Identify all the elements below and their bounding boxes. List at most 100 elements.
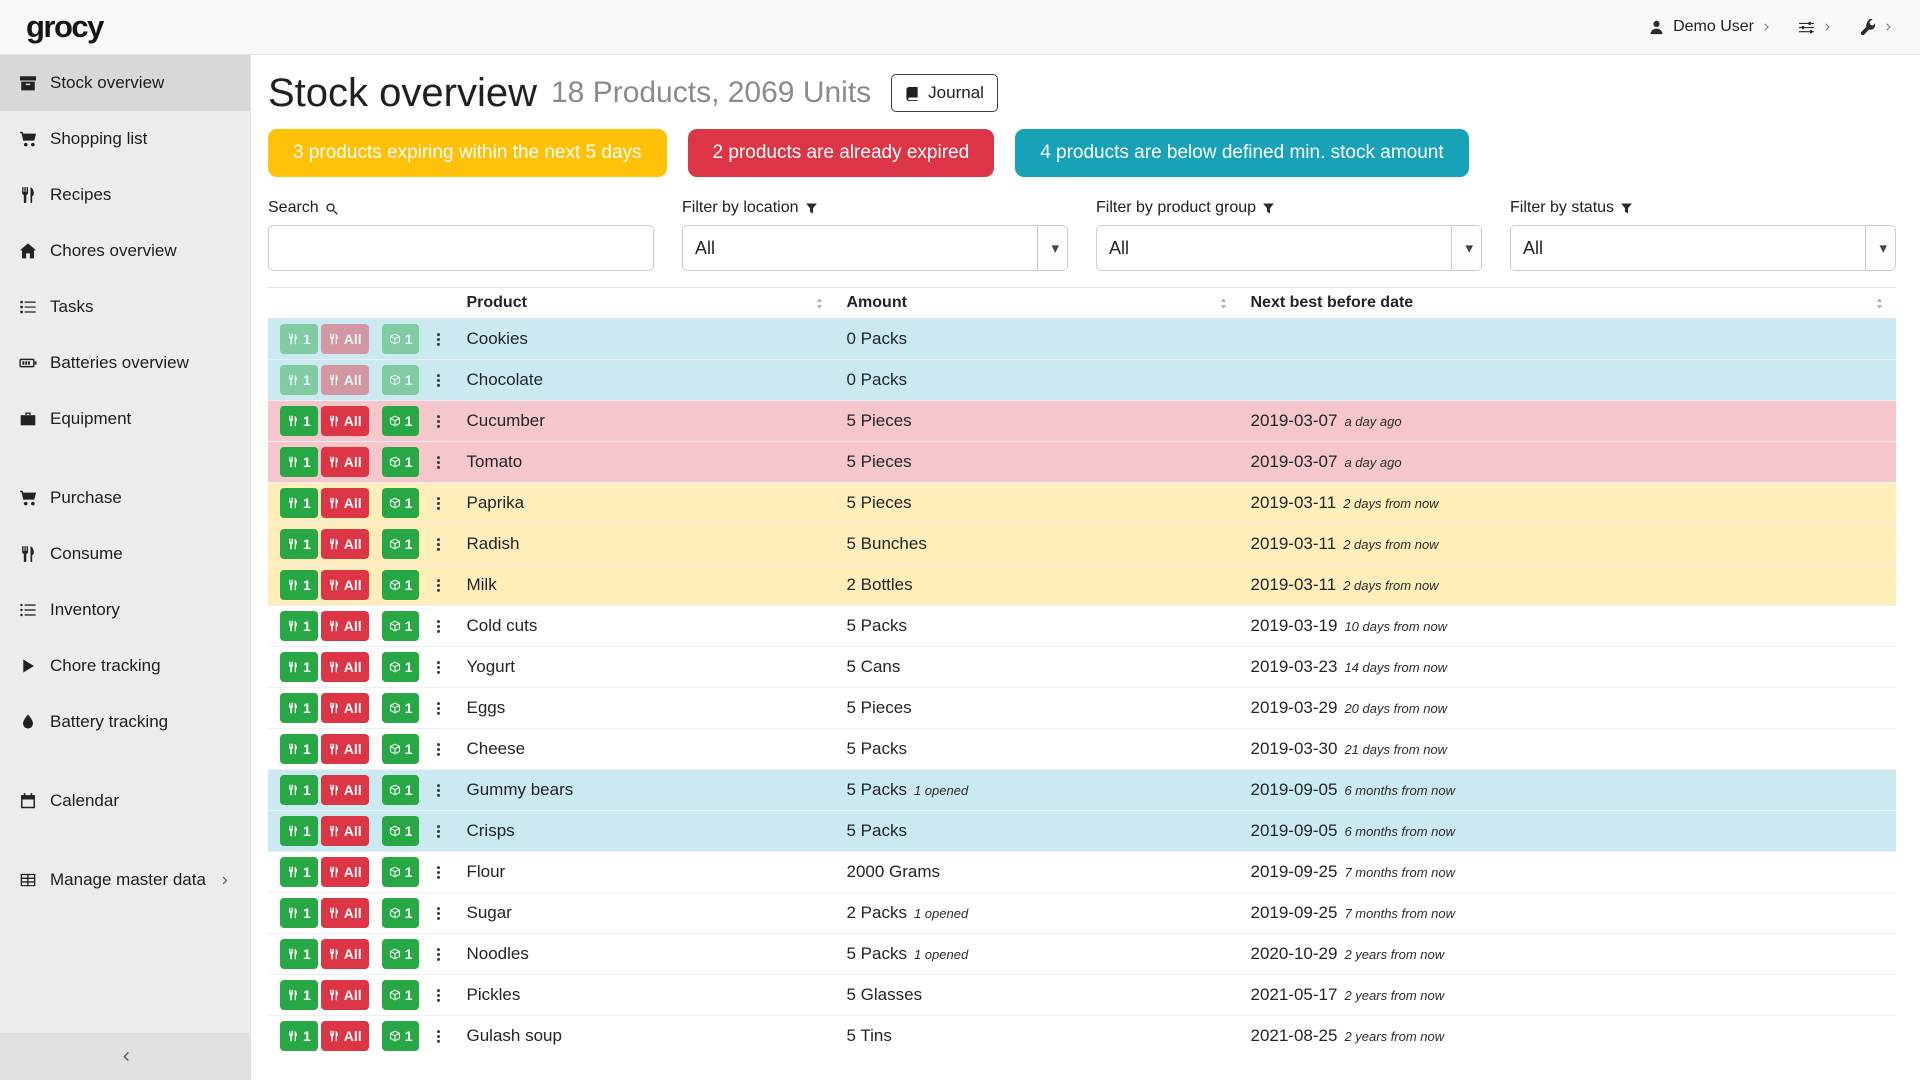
open-one-button[interactable]: 1 [382,898,420,928]
consume-one-button[interactable]: 1 [280,570,318,600]
sidebar-item-battery-tracking[interactable]: Battery tracking [0,694,250,750]
sidebar-item-shopping-list[interactable]: Shopping list [0,111,250,167]
consume-one-button[interactable]: 1 [280,488,318,518]
open-one-button[interactable]: 1 [382,447,420,477]
open-one-button[interactable]: 1 [382,652,420,682]
status-filter-select[interactable]: All [1510,225,1896,271]
row-menu-button[interactable] [431,537,446,552]
sidebar-item-recipes[interactable]: Recipes [0,167,250,223]
consume-one-button[interactable]: 1 [280,734,318,764]
best-before-column-header[interactable]: Next best before date [1240,288,1896,319]
consume-one-button[interactable]: 1 [280,611,318,641]
sidebar-item-chores-overview[interactable]: Chores overview [0,223,250,279]
below-min-stock-alert[interactable]: 4 products are below defined min. stock … [1015,129,1468,177]
consume-one-button[interactable]: 1 [280,816,318,846]
droplet-icon [19,713,37,731]
open-one-button[interactable]: 1 [382,775,420,805]
row-menu-button[interactable] [431,332,446,347]
consume-all-button[interactable]: All [321,816,369,846]
consume-one-button[interactable]: 1 [280,857,318,887]
open-one-button[interactable]: 1 [382,570,420,600]
row-menu-button[interactable] [431,783,446,798]
user-menu[interactable]: Demo User [1648,18,1772,36]
sidebar-item-inventory[interactable]: Inventory [0,582,250,638]
utensils-icon [287,1030,299,1042]
consume-one-button[interactable]: 1 [280,693,318,723]
consume-all-button[interactable]: All [321,857,369,887]
consume-all-button[interactable]: All [321,406,369,436]
consume-one-button[interactable]: 1 [280,1021,318,1051]
consume-all-button[interactable]: All [321,570,369,600]
consume-all-button[interactable]: All [321,611,369,641]
admin-menu[interactable] [1859,19,1894,36]
row-menu-button[interactable] [431,373,446,388]
open-one-button[interactable]: 1 [382,857,420,887]
consume-one-button[interactable]: 1 [280,406,318,436]
sidebar-item-stock-overview[interactable]: Stock overview [0,55,250,111]
open-box-icon [389,1030,401,1042]
consume-one-button[interactable]: 1 [280,447,318,477]
filter-funnel-icon [1620,202,1633,215]
open-one-button[interactable]: 1 [382,611,420,641]
open-one-button[interactable]: 1 [382,816,420,846]
amount-column-header[interactable]: Amount [836,288,1240,319]
consume-all-button[interactable]: All [321,734,369,764]
sidebar-item-equipment[interactable]: Equipment [0,391,250,447]
consume-all-button[interactable]: All [321,693,369,723]
sidebar-item-purchase[interactable]: Purchase [0,470,250,526]
row-menu-button[interactable] [431,496,446,511]
location-filter-select[interactable]: All [682,225,1068,271]
open-one-button[interactable]: 1 [382,406,420,436]
row-menu-button[interactable] [431,947,446,962]
row-menu-button[interactable] [431,619,446,634]
settings-menu[interactable] [1798,19,1833,36]
consume-all-button[interactable]: All [321,980,369,1010]
consume-all-button[interactable]: All [321,488,369,518]
sidebar-item-consume[interactable]: Consume [0,526,250,582]
open-one-button[interactable]: 1 [382,980,420,1010]
row-menu-button[interactable] [431,988,446,1003]
expired-alert[interactable]: 2 products are already expired [688,129,995,177]
consume-one-button[interactable]: 1 [280,775,318,805]
row-menu-button[interactable] [431,906,446,921]
row-menu-button[interactable] [431,1029,446,1044]
sidebar-item-batteries-overview[interactable]: Batteries overview [0,335,250,391]
consume-all-button[interactable]: All [321,652,369,682]
consume-all-button[interactable]: All [321,898,369,928]
sidebar-item-calendar[interactable]: Calendar [0,773,250,829]
open-one-button[interactable]: 1 [382,693,420,723]
row-menu-button[interactable] [431,824,446,839]
consume-all-button[interactable]: All [321,1021,369,1051]
sidebar-collapse-button[interactable] [0,1033,250,1080]
sidebar-item-tasks[interactable]: Tasks [0,279,250,335]
row-menu-button[interactable] [431,660,446,675]
open-one-button[interactable]: 1 [382,1021,420,1051]
consume-one-button[interactable]: 1 [280,898,318,928]
search-input[interactable] [268,225,654,271]
open-one-button[interactable]: 1 [382,529,420,559]
consume-one-button[interactable]: 1 [280,980,318,1010]
consume-all-button[interactable]: All [321,447,369,477]
row-menu-button[interactable] [431,742,446,757]
journal-button[interactable]: Journal [891,74,998,112]
row-menu-button[interactable] [431,701,446,716]
consume-all-button[interactable]: All [321,939,369,969]
consume-one-button[interactable]: 1 [280,939,318,969]
consume-all-button[interactable]: All [321,775,369,805]
expiring-soon-alert[interactable]: 3 products expiring within the next 5 da… [268,129,667,177]
row-menu-button[interactable] [431,865,446,880]
product-group-filter-select[interactable]: All [1096,225,1482,271]
product-column-header[interactable]: Product [456,288,836,319]
grocy-logo[interactable]: grocy [26,9,103,45]
row-menu-button[interactable] [431,455,446,470]
sidebar-item-manage-master-data[interactable]: Manage master data [0,852,250,908]
consume-one-button[interactable]: 1 [280,529,318,559]
consume-one-button[interactable]: 1 [280,652,318,682]
open-one-button[interactable]: 1 [382,734,420,764]
row-menu-button[interactable] [431,414,446,429]
open-one-button[interactable]: 1 [382,488,420,518]
open-one-button[interactable]: 1 [382,939,420,969]
consume-all-button[interactable]: All [321,529,369,559]
sidebar-item-chore-tracking[interactable]: Chore tracking [0,638,250,694]
row-menu-button[interactable] [431,578,446,593]
